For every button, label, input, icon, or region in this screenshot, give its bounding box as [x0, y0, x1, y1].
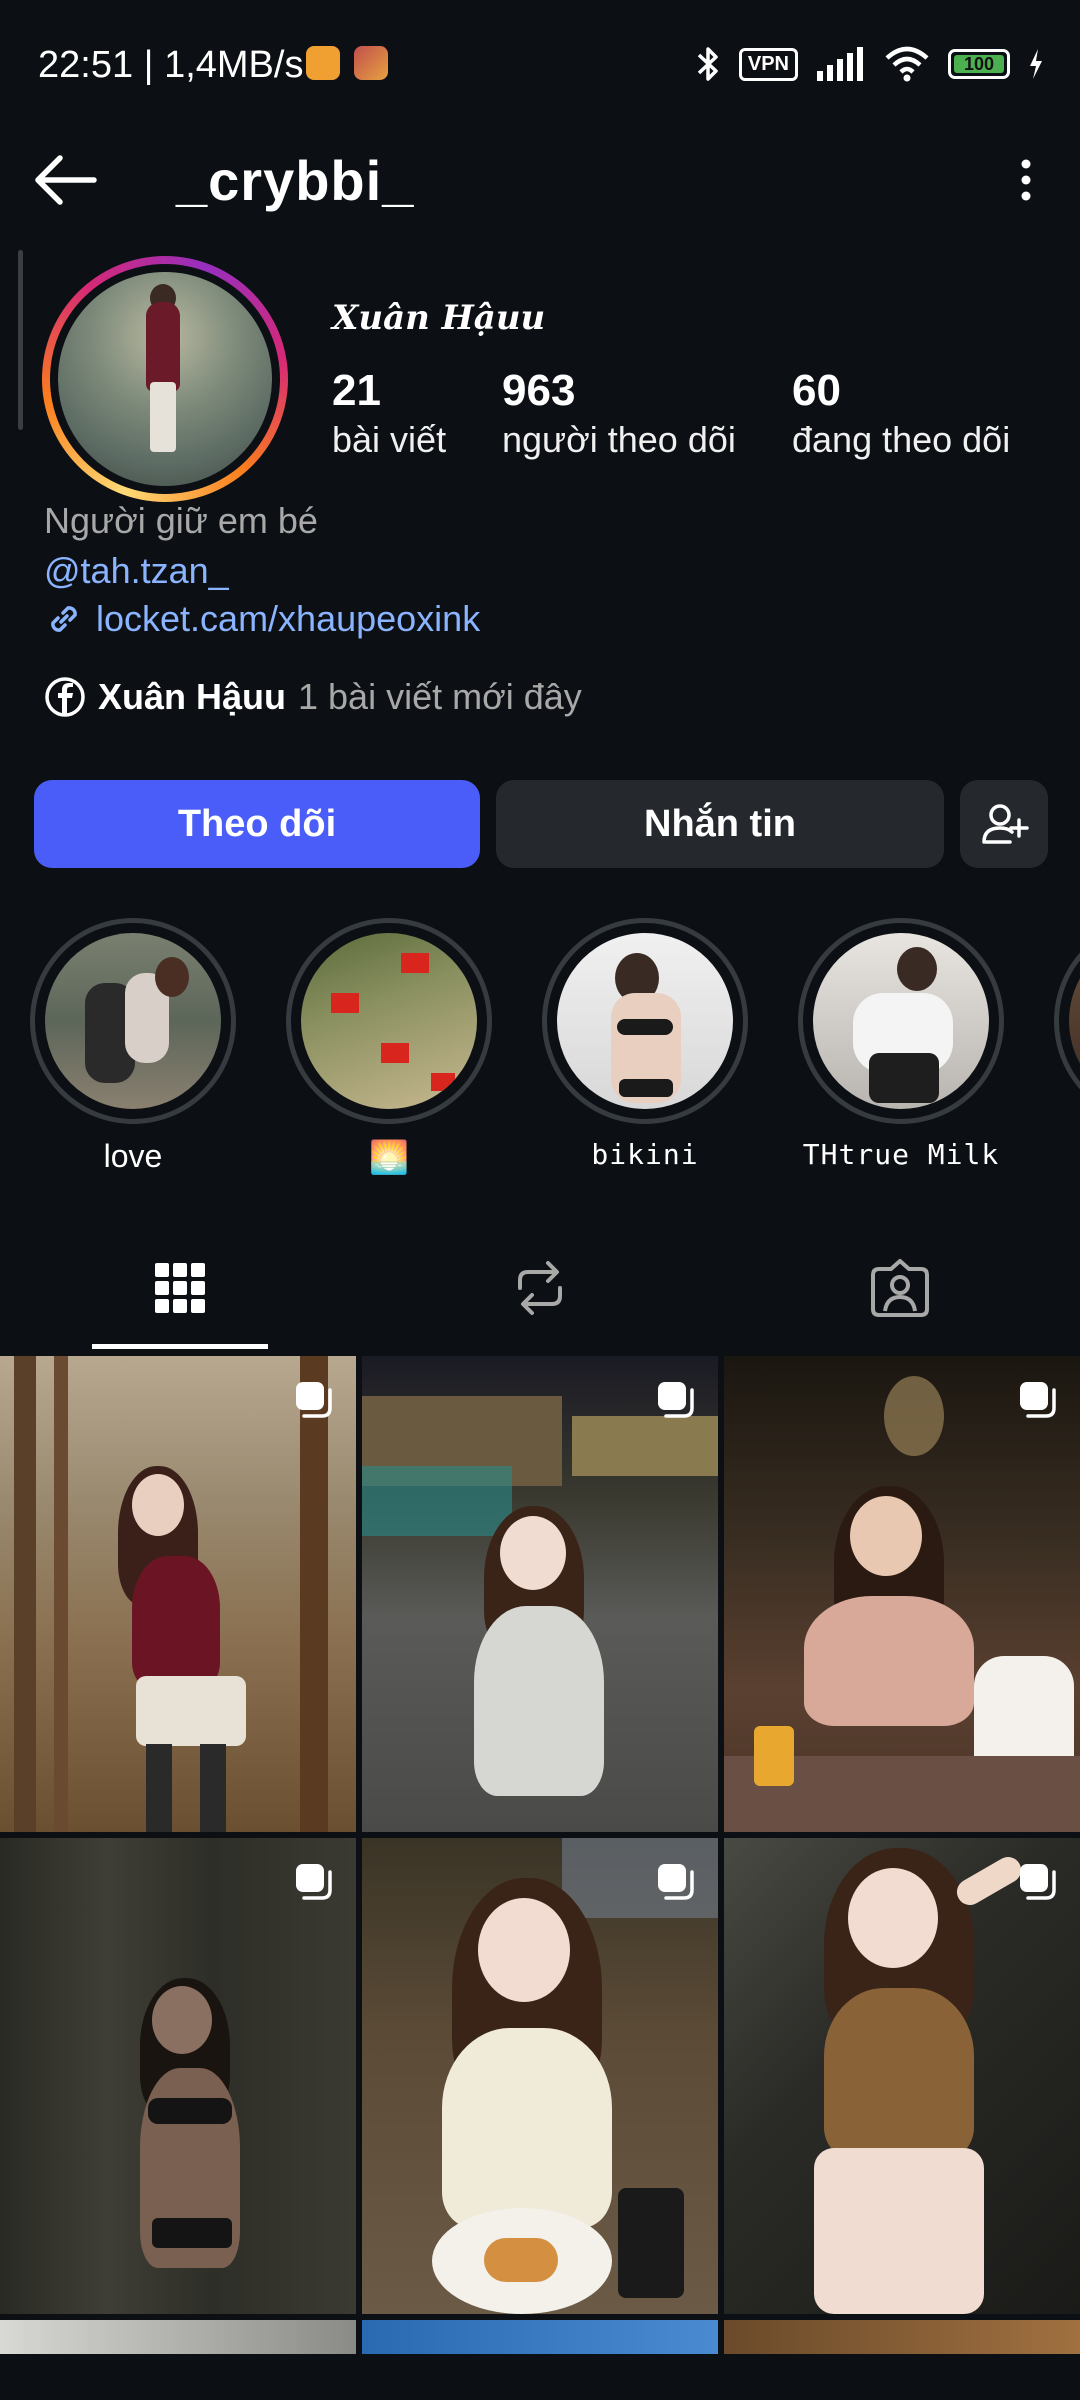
- bio-link-text: locket.cam/xhaupeoxink: [96, 598, 481, 639]
- highlight-love[interactable]: love: [30, 918, 236, 1175]
- reels-repost-icon: [518, 1261, 562, 1315]
- carousel-icon: [658, 1382, 694, 1418]
- tab-tagged[interactable]: [720, 1226, 1080, 1350]
- gesture-bar: [0, 2364, 1080, 2400]
- vpn-badge: VPN: [738, 47, 798, 81]
- stat-followers[interactable]: 963 người theo dõi: [502, 366, 736, 464]
- highlight-label: THtrue Milk: [802, 1138, 1000, 1171]
- scroll-indicator: [18, 250, 23, 430]
- bluetooth-icon: [697, 47, 718, 81]
- suggest-users-button[interactable]: [960, 780, 1048, 868]
- profile-avatar[interactable]: [42, 256, 288, 502]
- stat-following-label: đang theo dõi: [792, 419, 1011, 460]
- tagged-person-icon: [871, 1259, 929, 1317]
- post-thumbnail[interactable]: [362, 1838, 718, 2314]
- link-icon: [51, 606, 77, 632]
- post-thumbnail[interactable]: [0, 1838, 356, 2314]
- signal-icon: [817, 47, 863, 81]
- carousel-icon: [1020, 1864, 1056, 1900]
- highlight-cover: [1069, 933, 1080, 1109]
- stat-posts-count: 21: [332, 366, 381, 415]
- status-time: 22:51 | 1,4MB/s: [38, 44, 304, 86]
- highlight-cover: [557, 933, 733, 1109]
- post-thumbnail[interactable]: [724, 1838, 1080, 2314]
- more-vertical-icon: [1021, 159, 1031, 201]
- notification-app-icon: [306, 46, 340, 80]
- back-button[interactable]: [30, 150, 100, 210]
- post-thumbnail[interactable]: [724, 1356, 1080, 1832]
- status-bar: 22:51 | 1,4MB/s VPN 100: [0, 0, 1080, 130]
- top-nav: _crybbi_: [0, 140, 1080, 220]
- carousel-icon: [296, 1864, 332, 1900]
- highlight-cover: [301, 933, 477, 1109]
- active-tab-indicator: [92, 1344, 268, 1349]
- notification-game-icon: [354, 46, 388, 80]
- profile-tabs: [0, 1226, 1080, 1350]
- wifi-icon: [885, 46, 929, 82]
- tab-posts-grid[interactable]: [0, 1226, 360, 1350]
- highlight-label: bikini: [591, 1138, 699, 1171]
- battery-indicator: 100: [948, 49, 1010, 79]
- highlight-partial[interactable]: [1054, 918, 1080, 1124]
- stat-following-count: 60: [792, 366, 841, 415]
- profile-display-name: Xuân Hậuu: [332, 298, 546, 338]
- carousel-icon: [296, 1382, 332, 1418]
- highlight-thtrue-milk[interactable]: THtrue Milk: [798, 918, 1004, 1171]
- profile-bio: Người giữ em bé: [44, 500, 318, 541]
- stat-following[interactable]: 60 đang theo dõi: [792, 366, 1010, 464]
- highlight-sunrise[interactable]: 🌅: [286, 918, 492, 1176]
- highlight-cover: [45, 933, 221, 1109]
- stat-posts-label: bài viết: [332, 419, 447, 460]
- follow-button[interactable]: Theo dõi: [34, 780, 480, 868]
- post-thumbnail[interactable]: [724, 2320, 1080, 2354]
- more-options-button[interactable]: [1006, 150, 1046, 210]
- highlight-label: love: [103, 1138, 163, 1174]
- carousel-icon: [658, 1864, 694, 1900]
- tab-reposts[interactable]: [360, 1226, 720, 1350]
- message-button[interactable]: Nhắn tin: [496, 780, 944, 868]
- facebook-name: Xuân Hậuu: [98, 676, 287, 717]
- post-thumbnail[interactable]: [0, 1356, 356, 1832]
- highlight-label: 🌅: [369, 1139, 409, 1175]
- facebook-crosspost[interactable]: Xuân Hậuu 1 bài viết mới đây: [44, 676, 582, 718]
- stat-followers-label: người theo dõi: [502, 419, 736, 460]
- highlight-bikini[interactable]: bikini: [542, 918, 748, 1171]
- stat-posts[interactable]: 21 bài viết: [332, 366, 446, 464]
- bio-mention-link[interactable]: @tah.tzan_: [44, 550, 229, 592]
- charging-icon: [1030, 49, 1042, 79]
- stat-followers-count: 963: [502, 366, 576, 415]
- post-thumbnail[interactable]: [362, 1356, 718, 1832]
- facebook-note: 1 bài viết mới đây: [298, 676, 582, 717]
- status-indicators: VPN 100: [695, 44, 1044, 84]
- back-arrow-icon: [35, 155, 97, 205]
- profile-username: _crybbi_: [176, 149, 415, 212]
- highlight-cover: [813, 933, 989, 1109]
- facebook-icon: [45, 677, 85, 717]
- battery-level: 100: [963, 53, 995, 74]
- grid-icon: [155, 1263, 205, 1313]
- avatar-photo: [58, 272, 272, 486]
- carousel-icon: [1020, 1382, 1056, 1418]
- post-thumbnail[interactable]: [0, 2320, 356, 2354]
- bio-external-link[interactable]: locket.cam/xhaupeoxink: [44, 598, 480, 640]
- post-thumbnail[interactable]: [362, 2320, 718, 2354]
- add-person-icon: [982, 804, 1029, 844]
